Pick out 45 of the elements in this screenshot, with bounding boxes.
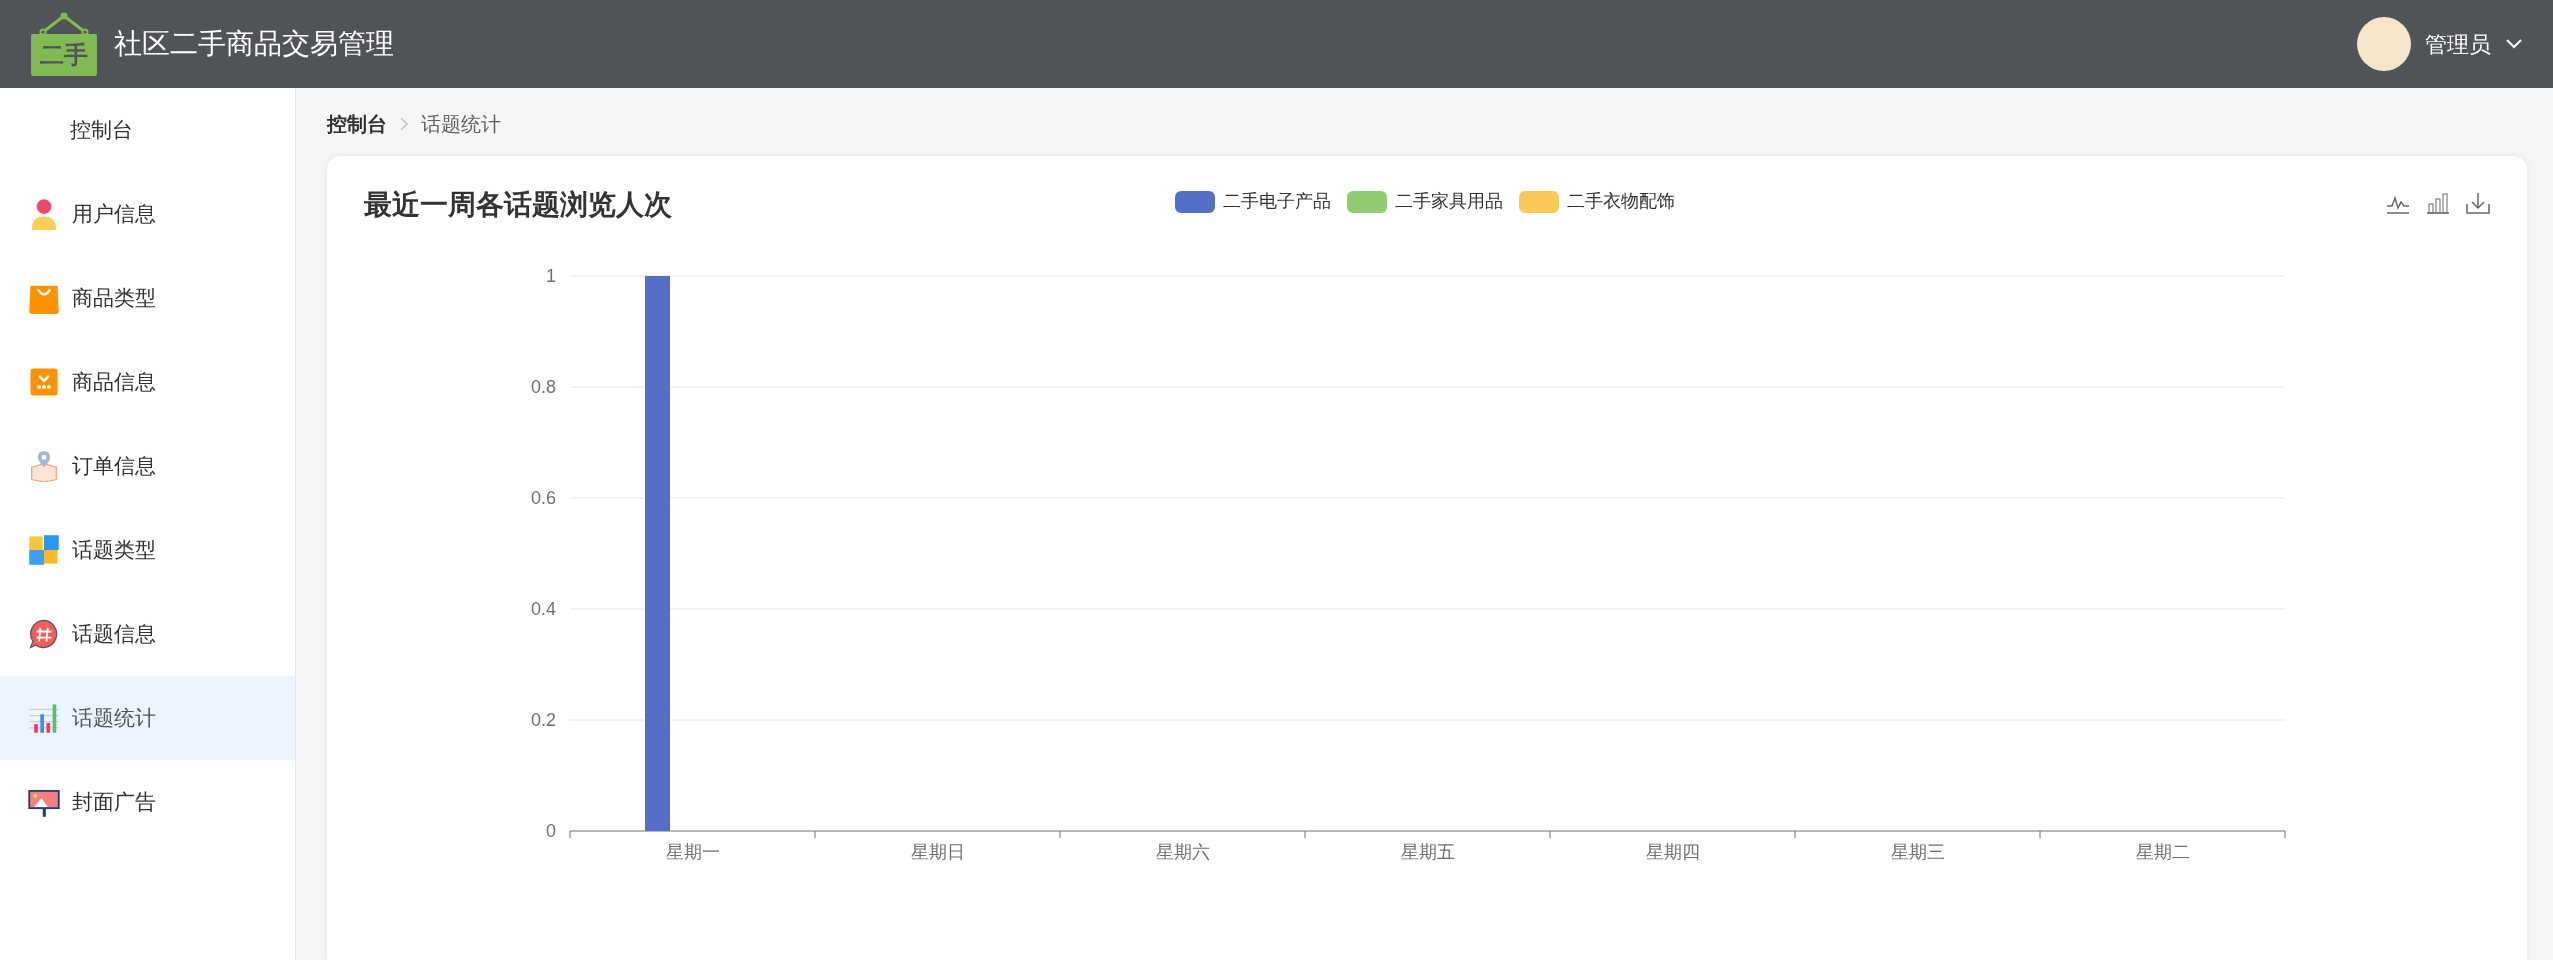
legend-item[interactable]: 二手家具用品 (1347, 188, 1503, 215)
hanger-icon (39, 12, 89, 34)
sidebar-item[interactable]: 商品类型 (0, 256, 295, 340)
hashtag-bubble-icon (28, 618, 60, 650)
avatar-placeholder (2357, 17, 2411, 71)
app-title: 社区二手商品交易管理 (114, 27, 394, 61)
y-axis-label: 0.4 (530, 599, 556, 619)
y-axis-label: 0 (546, 821, 556, 841)
legend-label: 二手家具用品 (1395, 190, 1503, 213)
y-axis-label: 0.2 (530, 710, 556, 730)
sidebar-item[interactable]: 控制台 (0, 88, 295, 172)
chevron-right-icon (399, 117, 409, 131)
parcel-pin-icon (28, 450, 60, 482)
sidebar-item[interactable]: 订单信息 (0, 424, 295, 508)
sidebar-item[interactable]: 商品信息 (0, 340, 295, 424)
x-axis-label: 星期二 (2135, 842, 2190, 862)
sidebar-item[interactable]: 话题统计 (0, 676, 295, 760)
x-axis-label: 星期一 (665, 842, 720, 862)
x-axis-label: 星期五 (1400, 842, 1455, 862)
x-axis-label: 星期三 (1890, 842, 1945, 862)
x-axis-label: 星期四 (1645, 842, 1700, 862)
sidebar-item[interactable]: 话题信息 (0, 592, 295, 676)
x-axis-label: 星期六 (1155, 842, 1210, 862)
breadcrumb-item: 话题统计 (421, 112, 501, 137)
legend-label: 二手电子产品 (1223, 190, 1331, 213)
y-axis-label: 1 (546, 266, 556, 286)
chart-title: 最近一周各话题浏览人次 (364, 188, 672, 222)
logo-badge: 二手 (31, 34, 97, 76)
x-axis-label: 星期日 (910, 842, 965, 862)
y-axis-label: 0.6 (530, 488, 556, 508)
bar-chart-icon (28, 702, 60, 734)
legend-item[interactable]: 二手衣物配饰 (1519, 188, 1675, 215)
sidebar-item[interactable]: 用户信息 (0, 172, 295, 256)
package-icon (28, 366, 60, 398)
bar-chart-icon[interactable] (2426, 192, 2450, 214)
y-axis-label: 0.8 (530, 377, 556, 397)
sidebar-item[interactable]: 话题类型 (0, 508, 295, 592)
sidebar-item[interactable]: 封面广告 (0, 760, 295, 844)
breadcrumb-item[interactable]: 控制台 (327, 109, 387, 139)
legend-item[interactable]: 二手电子产品 (1175, 188, 1331, 215)
cubes-icon (28, 534, 60, 566)
chevron-down-icon (2505, 38, 2523, 50)
download-icon[interactable] (2466, 192, 2490, 214)
user-menu[interactable]: 管理员 (2357, 17, 2523, 71)
legend-label: 二手衣物配饰 (1567, 190, 1675, 213)
